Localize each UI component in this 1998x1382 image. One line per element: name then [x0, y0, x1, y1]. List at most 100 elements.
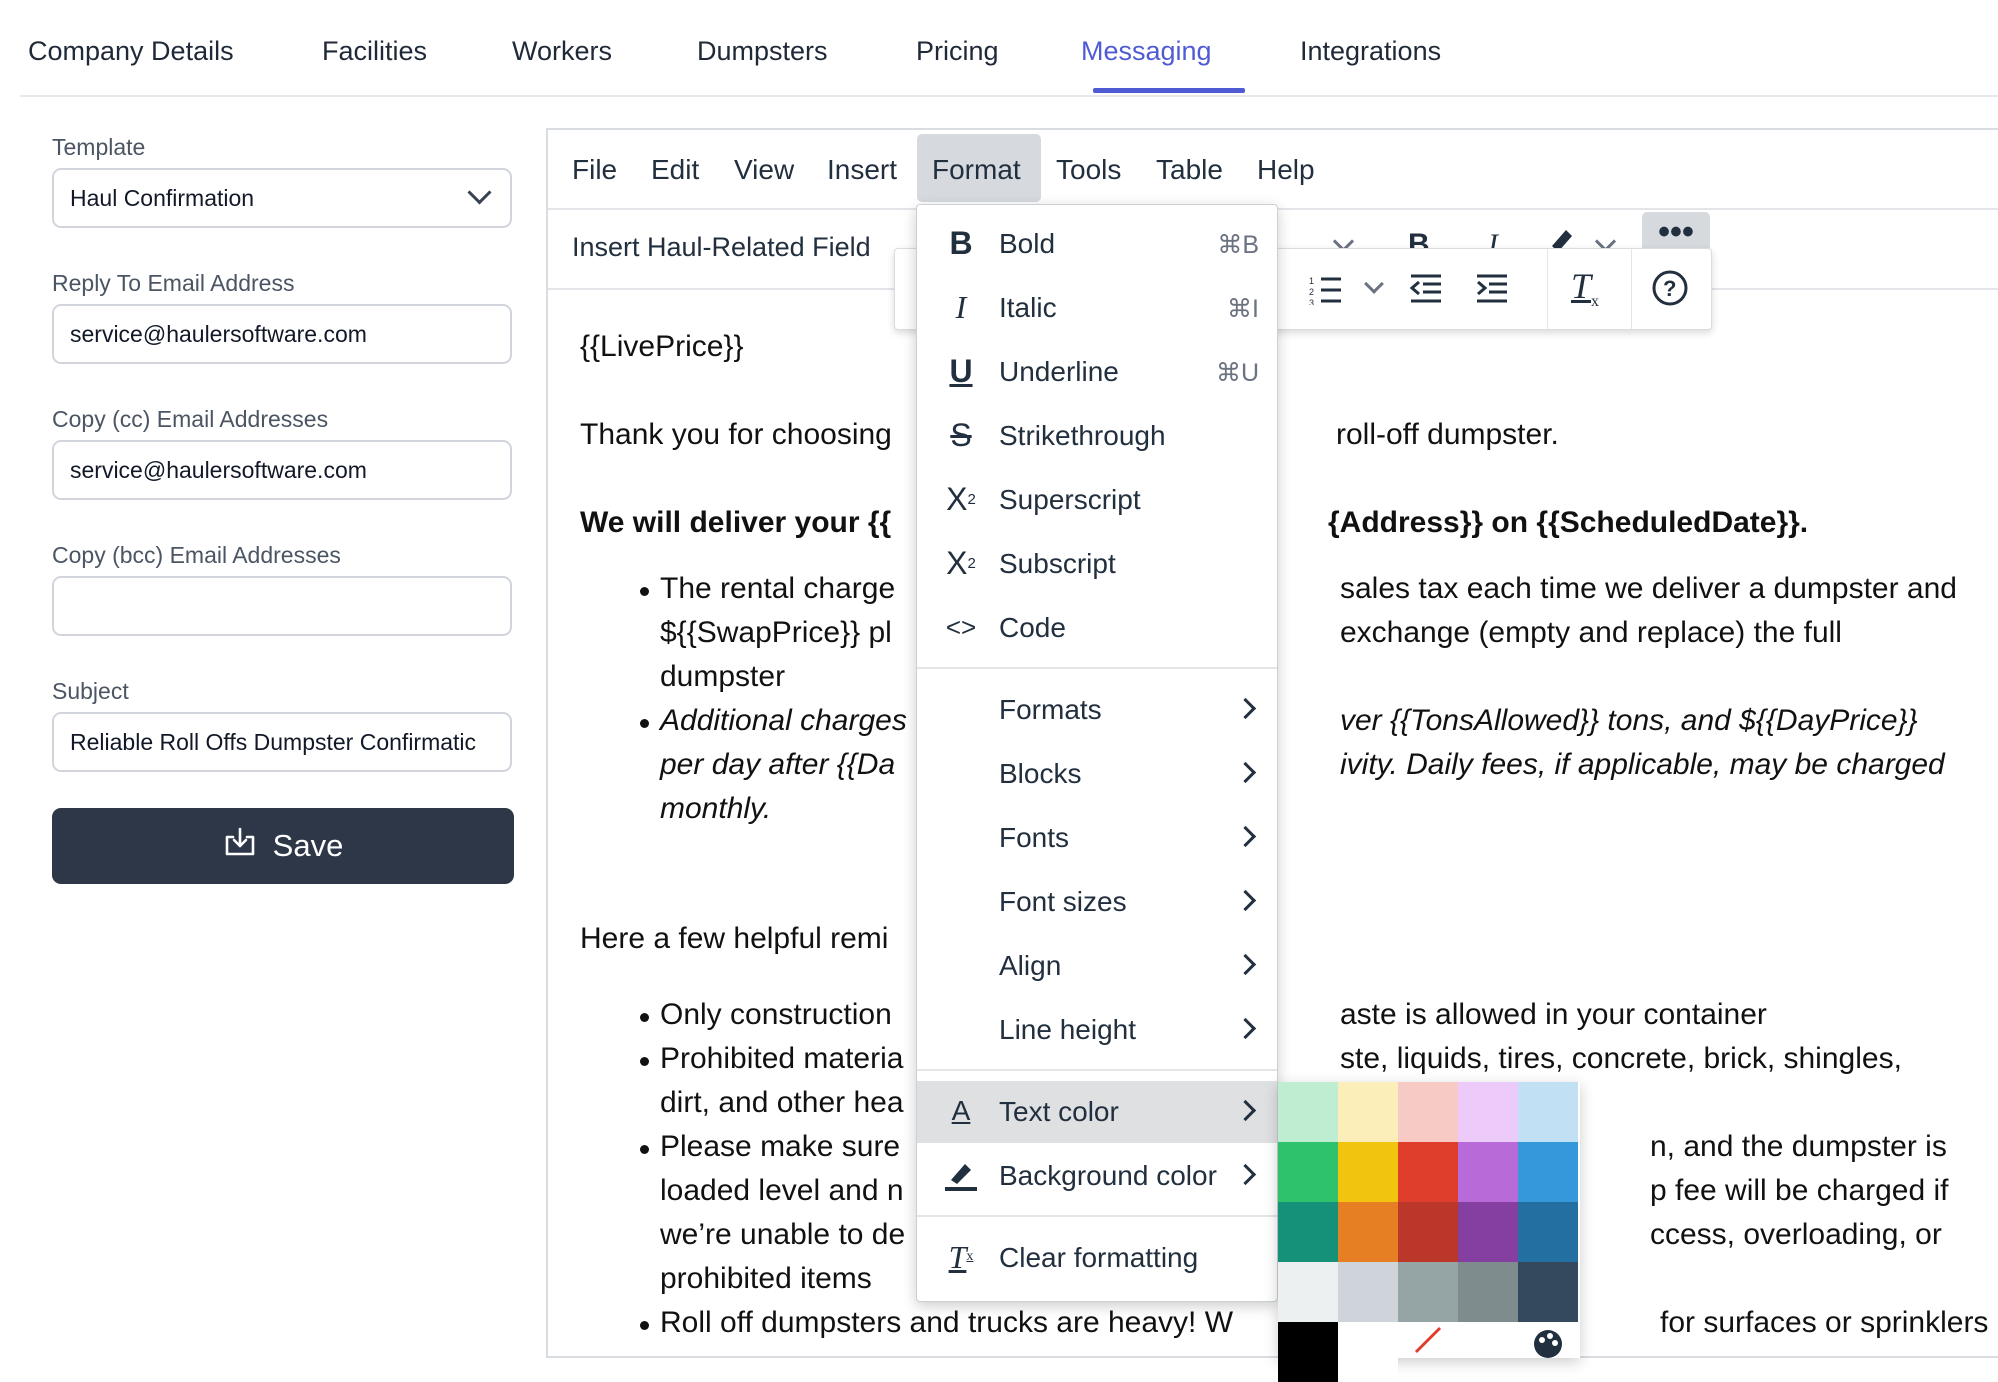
content-line: {Address}} on {{ScheduledDate}}. — [1328, 506, 1809, 539]
color-swatch[interactable] — [1338, 1322, 1398, 1382]
menu-separator — [917, 1215, 1277, 1217]
format-text-color[interactable]: A Text color — [917, 1081, 1277, 1143]
menu-insert[interactable]: Insert — [827, 154, 897, 186]
format-line-height[interactable]: Line height — [917, 999, 1277, 1061]
tab-integrations[interactable]: Integrations — [1300, 36, 1441, 67]
color-swatch[interactable] — [1518, 1082, 1578, 1142]
color-swatch[interactable] — [1338, 1142, 1398, 1202]
format-bold[interactable]: B Bold ⌘B — [917, 213, 1277, 275]
format-italic[interactable]: I Italic ⌘I — [917, 277, 1277, 339]
color-swatch[interactable] — [1398, 1082, 1458, 1142]
content-line: for surfaces or sprinklers — [1660, 1306, 1989, 1339]
content-line: Additional charges — [660, 704, 907, 737]
content-line: {{LivePrice}} — [580, 330, 744, 363]
bold-icon: B — [949, 224, 973, 261]
color-swatch[interactable] — [1398, 1202, 1458, 1262]
menu-item-label: Superscript — [999, 484, 1141, 515]
numbered-list-icon[interactable]: 123 — [1309, 275, 1343, 310]
content-line: ccess, overloading, or — [1650, 1218, 1942, 1251]
format-formats[interactable]: Formats — [917, 679, 1277, 741]
color-swatch[interactable] — [1278, 1082, 1338, 1142]
format-blocks[interactable]: Blocks — [917, 743, 1277, 805]
svg-text:2: 2 — [1309, 287, 1314, 297]
bcc-input[interactable] — [52, 576, 512, 636]
content-line: ver {{TonsAllowed}} tons, and ${{DayPric… — [1340, 704, 1918, 737]
shortcut-label: ⌘B — [1217, 231, 1259, 259]
tab-dumpsters[interactable]: Dumpsters — [697, 36, 828, 67]
indent-icon[interactable] — [1475, 273, 1509, 310]
color-swatch[interactable] — [1278, 1322, 1338, 1382]
format-font-sizes[interactable]: Font sizes — [917, 871, 1277, 933]
subject-input[interactable]: Reliable Roll Offs Dumpster Confirmatic — [52, 712, 512, 772]
color-swatch[interactable] — [1458, 1262, 1518, 1322]
content-line: per day after {{Da — [660, 748, 896, 781]
tab-pricing[interactable]: Pricing — [916, 36, 999, 67]
format-superscript[interactable]: X2 Superscript — [917, 469, 1277, 531]
cc-input[interactable]: service@haulersoftware.com — [52, 440, 512, 500]
text-color-icon: A — [951, 1095, 971, 1126]
settings-tabs: Company Details Facilities Workers Dumps… — [20, 0, 1998, 97]
color-swatch[interactable] — [1458, 1142, 1518, 1202]
menu-tools[interactable]: Tools — [1056, 154, 1121, 186]
tab-workers[interactable]: Workers — [512, 36, 612, 67]
save-button[interactable]: Save — [52, 808, 514, 884]
tab-company-details[interactable]: Company Details — [28, 36, 234, 67]
menu-item-label: Font sizes — [999, 886, 1127, 917]
color-swatch[interactable] — [1278, 1202, 1338, 1262]
chevron-right-icon — [1234, 825, 1257, 848]
color-swatch[interactable] — [1458, 1202, 1518, 1262]
chevron-down-icon[interactable] — [1364, 274, 1384, 294]
menu-table[interactable]: Table — [1156, 154, 1223, 186]
active-tab-indicator — [1093, 88, 1245, 93]
menu-item-label: Clear formatting — [999, 1242, 1199, 1273]
toolbar-separator — [1631, 249, 1632, 329]
clear-formatting-icon: Tx — [948, 1238, 974, 1275]
tab-facilities[interactable]: Facilities — [322, 36, 427, 67]
menu-edit[interactable]: Edit — [651, 154, 699, 186]
color-swatch[interactable] — [1278, 1262, 1338, 1322]
custom-color-icon[interactable] — [1518, 1322, 1578, 1382]
content-line: ${{SwapPrice}} pl — [660, 616, 892, 649]
menu-file[interactable]: File — [572, 154, 617, 186]
menu-separator — [917, 1069, 1277, 1071]
format-underline[interactable]: U Underline ⌘U — [917, 341, 1277, 403]
color-swatch[interactable] — [1398, 1142, 1458, 1202]
color-swatch[interactable] — [1518, 1262, 1578, 1322]
reply-to-input[interactable]: service@haulersoftware.com — [52, 304, 512, 364]
menu-help[interactable]: Help — [1257, 154, 1315, 186]
svg-text:1: 1 — [1309, 276, 1314, 286]
superscript-icon: X2 — [946, 480, 976, 517]
format-clear-formatting[interactable]: Tx Clear formatting — [917, 1227, 1277, 1289]
menu-item-label: Fonts — [999, 822, 1070, 853]
content-line: sales tax each time we deliver a dumpste… — [1340, 572, 1957, 605]
format-subscript[interactable]: X2 Subscript — [917, 533, 1277, 595]
format-strikethrough[interactable]: S Strikethrough — [917, 405, 1277, 467]
format-background-color[interactable]: Background color — [917, 1145, 1277, 1207]
color-swatch[interactable] — [1338, 1202, 1398, 1262]
color-swatch[interactable] — [1518, 1142, 1578, 1202]
clear-formatting-icon[interactable]: Tx — [1571, 265, 1599, 311]
insert-field-dropdown[interactable]: Insert Haul-Related Field — [572, 232, 871, 263]
template-select[interactable]: Haul Confirmation — [52, 168, 512, 228]
color-swatch[interactable] — [1518, 1202, 1578, 1262]
chevron-right-icon — [1234, 1099, 1257, 1122]
color-swatch[interactable] — [1458, 1082, 1518, 1142]
menu-format[interactable]: Format — [932, 154, 1021, 186]
content-line: ivity. Daily fees, if applicable, may be… — [1340, 748, 1945, 781]
color-swatch[interactable] — [1338, 1082, 1398, 1142]
content-line: monthly. — [660, 792, 772, 825]
remove-color-icon[interactable] — [1398, 1322, 1458, 1382]
format-code[interactable]: <> Code — [917, 597, 1277, 659]
content-line: loaded level and n — [660, 1174, 904, 1207]
menu-view[interactable]: View — [734, 154, 794, 186]
content-line: Here a few helpful remi — [580, 922, 889, 955]
format-fonts[interactable]: Fonts — [917, 807, 1277, 869]
help-icon[interactable]: ? — [1651, 269, 1689, 312]
color-swatch[interactable] — [1398, 1262, 1458, 1322]
color-swatch[interactable] — [1338, 1262, 1398, 1322]
color-swatch[interactable] — [1278, 1142, 1338, 1202]
outdent-icon[interactable] — [1409, 273, 1443, 310]
tab-messaging[interactable]: Messaging — [1081, 36, 1212, 67]
bullet — [640, 1321, 649, 1330]
format-align[interactable]: Align — [917, 935, 1277, 997]
